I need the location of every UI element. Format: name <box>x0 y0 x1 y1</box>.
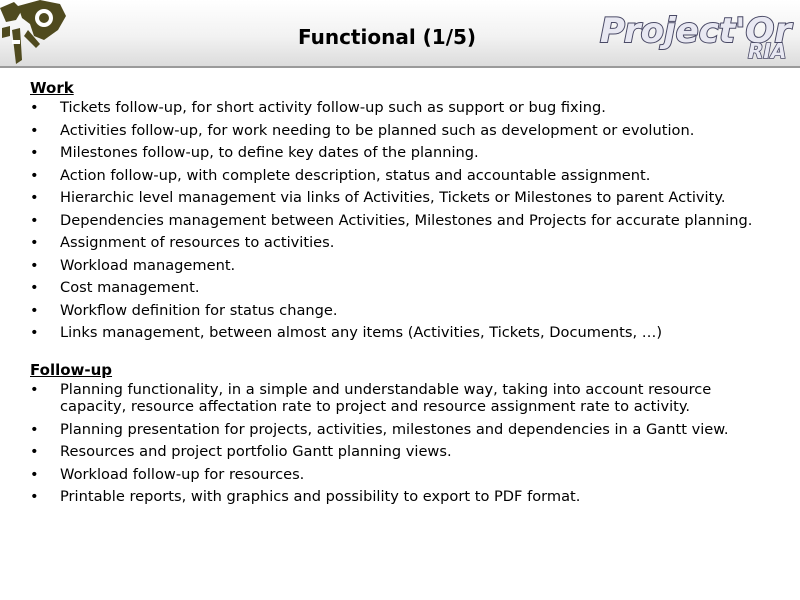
bullet-icon: • <box>30 189 39 206</box>
project-or-ria-logo: Project'Or RIA <box>599 10 794 64</box>
bullet-icon: • <box>30 99 39 116</box>
list-item: • Printable reports, with graphics and po… <box>30 488 581 505</box>
bullet-icon: • <box>30 211 39 229</box>
bullet-icon: • <box>30 301 39 319</box>
list-item: • Workload follow-up for resources. <box>30 465 305 483</box>
list-item: • Action follow-up, with complete descrip… <box>30 166 651 184</box>
bullet-icon: • <box>30 234 39 251</box>
bullet-icon: • <box>30 420 39 438</box>
bullet-icon: • <box>30 488 39 505</box>
bullet-icon: • <box>30 381 39 398</box>
list-item: • Dependencies management between Activit… <box>30 211 753 229</box>
section-heading: Work <box>30 79 74 97</box>
list-item: • Planning presentation for projects, act… <box>30 420 729 438</box>
bullet-icon: • <box>30 279 39 296</box>
bullet-icon: • <box>30 256 39 274</box>
bullet-icon: • <box>30 166 39 184</box>
bullet-icon: • <box>30 144 39 161</box>
list-item: • Links management, between almost any it… <box>30 324 663 341</box>
list-item: • Planning functionality, in a simple and… <box>30 381 712 415</box>
bullet-list: • Tickets follow-up, for short activity f… <box>30 99 770 341</box>
bullet-icon: • <box>30 443 39 460</box>
bullet-list: • Planning functionality, in a simple and… <box>30 381 770 505</box>
bullet-icon: • <box>30 465 39 483</box>
bullet-icon: • <box>30 121 39 139</box>
section-heading: Follow-up <box>30 361 113 379</box>
list-item: • Resources and project portfolio Gantt p… <box>30 443 452 460</box>
section-follow-up: Follow-up • Planning functionality, in a … <box>30 359 770 505</box>
list-item: • Assignment of resources to activities. <box>30 234 335 251</box>
list-item: • Cost management. <box>30 279 200 296</box>
slide-content: Work • Tickets follow-up, for short activ… <box>30 77 770 511</box>
list-item: • Milestones follow-up, to define key dat… <box>30 144 479 161</box>
list-item: • Hierarchic level management via links o… <box>30 189 726 206</box>
section-work: Work • Tickets follow-up, for short activ… <box>30 77 770 341</box>
list-item: • Tickets follow-up, for short activity f… <box>30 99 606 116</box>
list-item: • Workload management. <box>30 256 236 274</box>
list-item: • Workflow definition for status change. <box>30 301 338 319</box>
svg-text:RIA: RIA <box>748 39 786 63</box>
slide-header: Functional (1/5) Project'Or RIA <box>0 0 800 68</box>
bullet-icon: • <box>30 324 39 341</box>
list-item: • Activities follow-up, for work needing … <box>30 121 695 139</box>
